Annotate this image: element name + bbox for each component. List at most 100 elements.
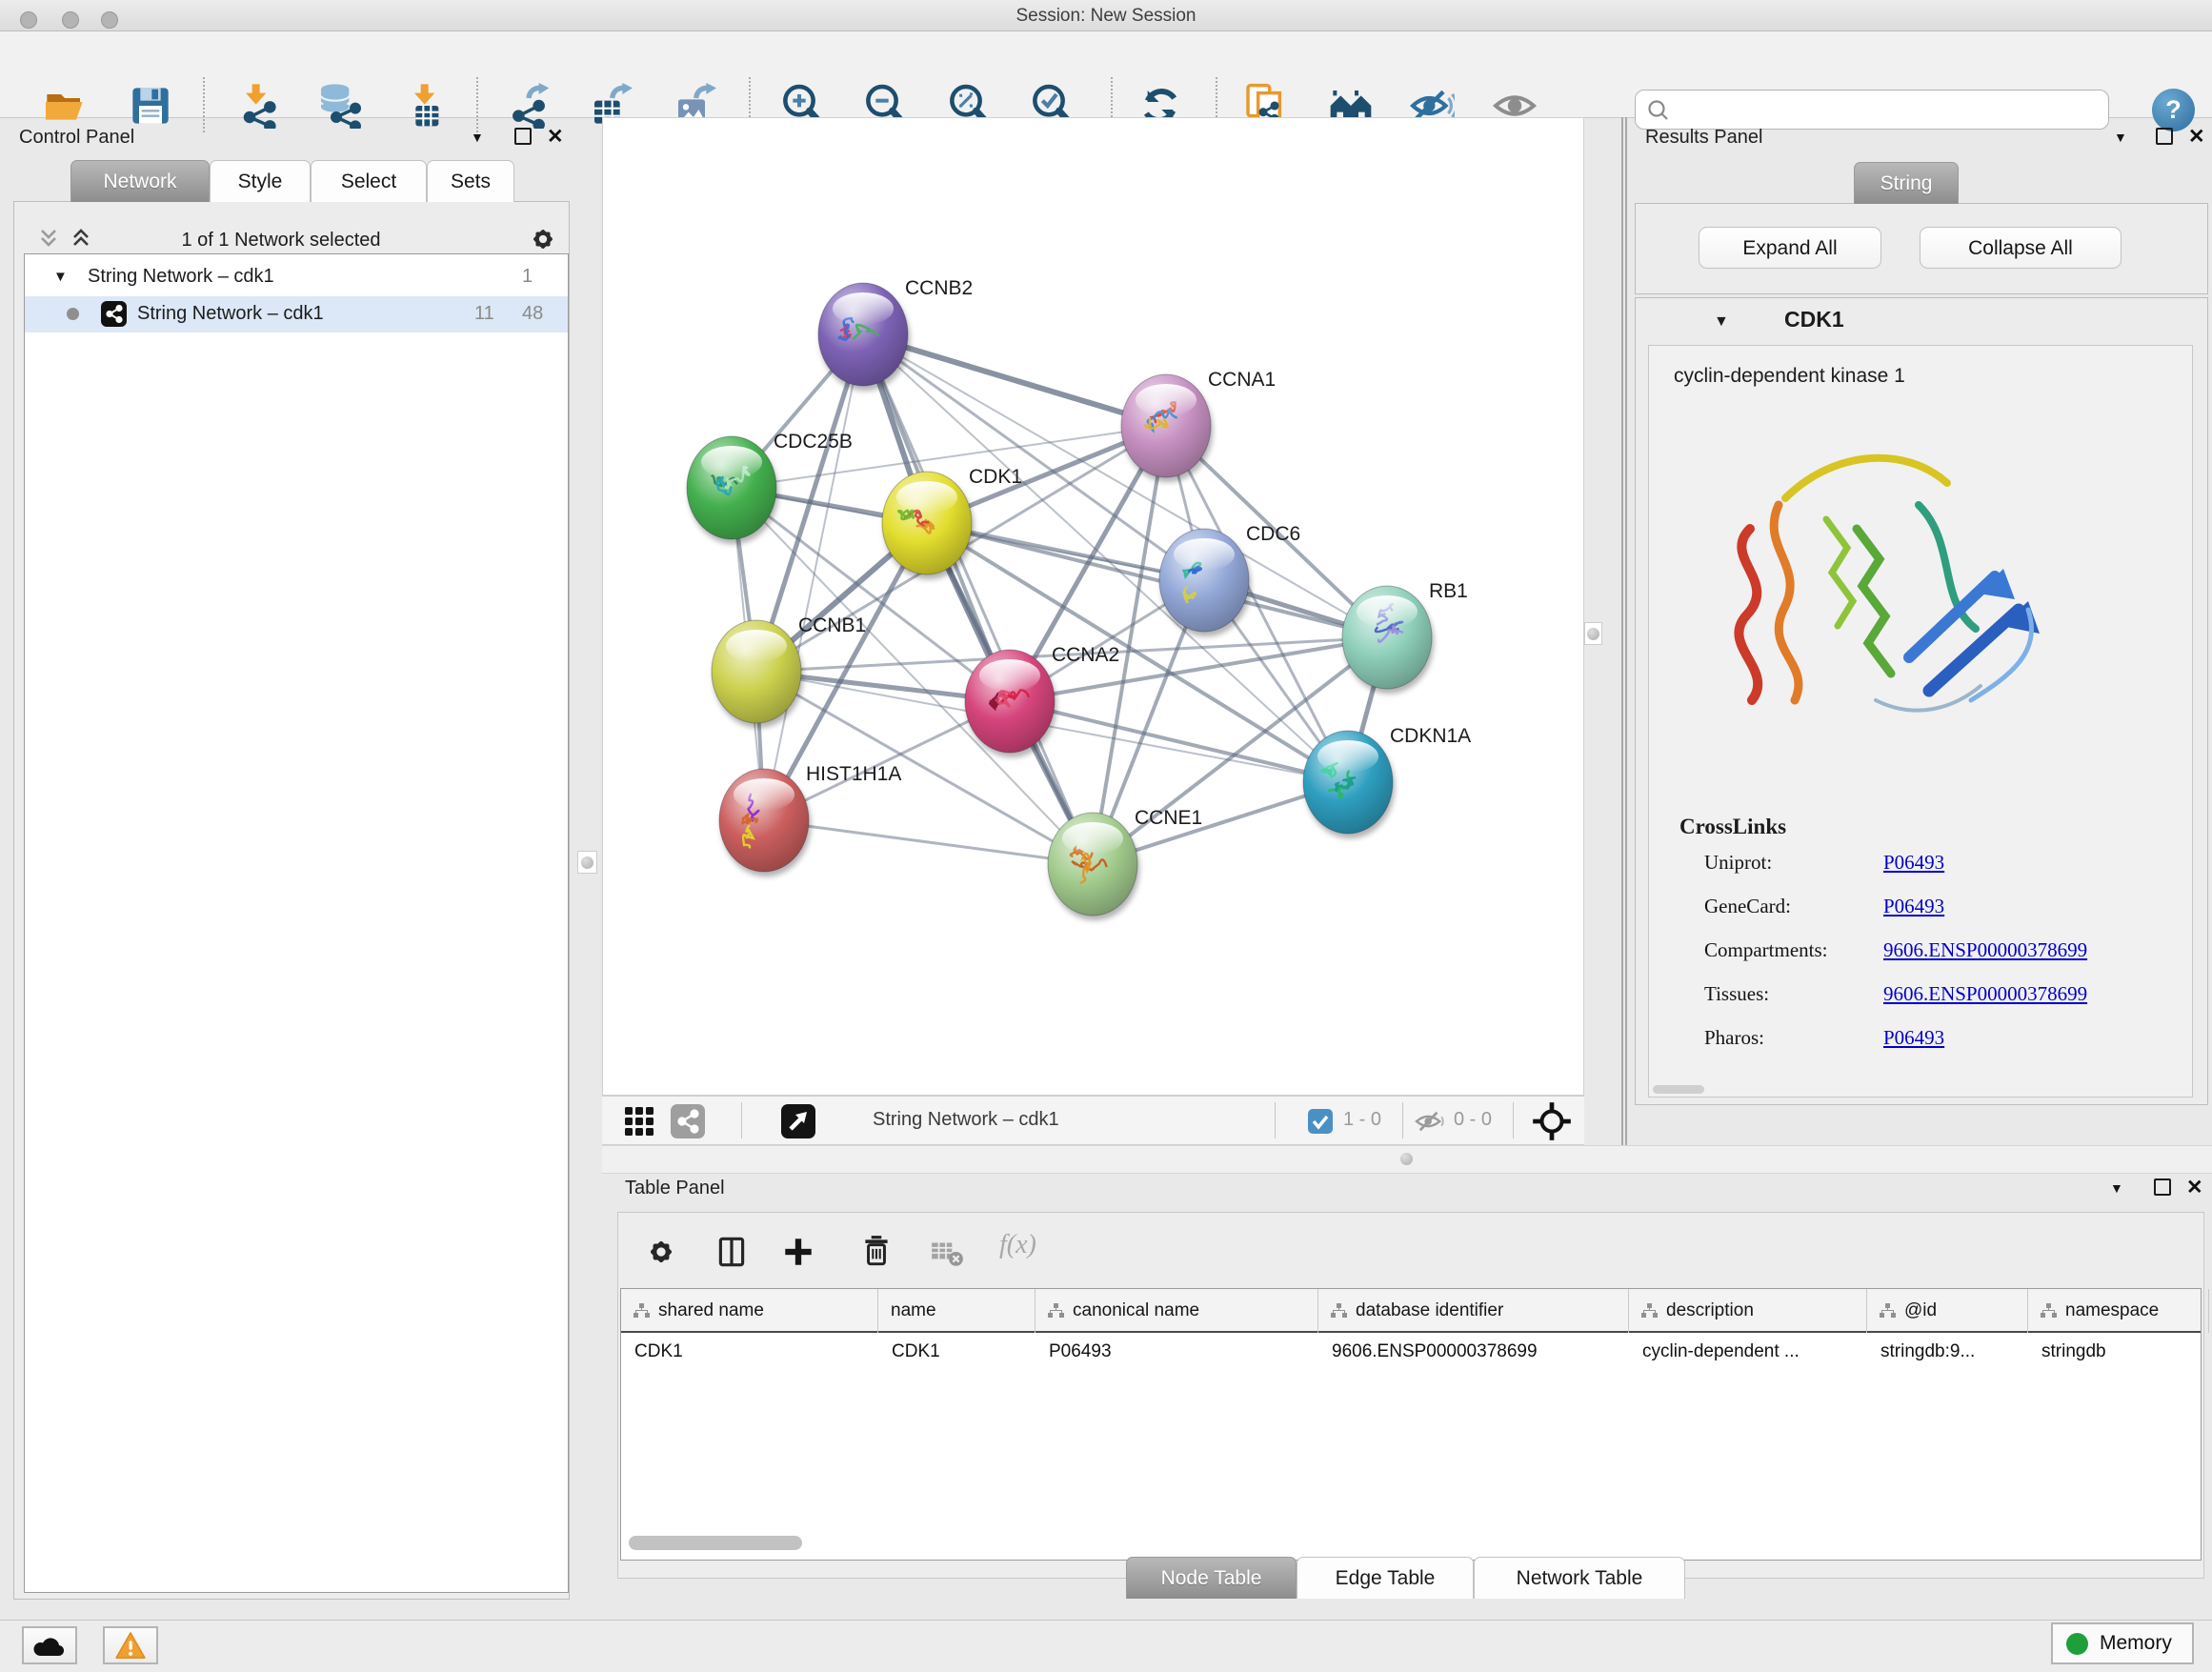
crosslink-value-link[interactable]: P06493 — [1883, 895, 1944, 918]
import-network-database-icon[interactable] — [317, 83, 363, 129]
expand-all-chevron-icon[interactable] — [35, 227, 62, 252]
network-collection-row[interactable]: ▼ String Network – cdk1 1 — [25, 263, 568, 295]
network-options-gear-icon[interactable] — [527, 223, 559, 255]
network-node-ccnb2[interactable]: CCNB2 — [818, 277, 973, 386]
collapse-all-chevron-icon[interactable] — [68, 227, 94, 252]
column-header-database-identifier[interactable]: database identifier — [1318, 1289, 1629, 1333]
birds-eye-view-icon[interactable] — [1532, 1101, 1572, 1141]
toolbar-separator — [1402, 1102, 1403, 1138]
network-row-selected[interactable]: String Network – cdk1 11 48 — [25, 296, 568, 332]
tree-expand-icon[interactable]: ▼ — [53, 269, 68, 285]
node-table: shared namenamecanonical namedatabase id… — [620, 1288, 2202, 1561]
delete-column-icon[interactable] — [858, 1234, 895, 1270]
import-table-icon[interactable] — [403, 83, 449, 129]
network-node-ccna2[interactable]: CCNA2 — [965, 644, 1119, 753]
open-session-icon[interactable] — [42, 83, 88, 129]
control-panel-close-icon[interactable]: ✕ — [547, 128, 564, 147]
control-panel-menu-icon[interactable]: ▼ — [471, 130, 484, 145]
crosslink-value-link[interactable]: 9606.ENSP00000378699 — [1883, 982, 2087, 1006]
cdk1-collapse-icon[interactable]: ▼ — [1714, 313, 1729, 331]
network-canvas[interactable]: CCNB2 CCNA1 CDC25B CDK1 CDC6 RB1 CCNB1 CCNA2 CDK… — [602, 117, 1584, 1096]
network-node-cdc25b[interactable]: CDC25B — [687, 431, 853, 539]
tab-network[interactable]: Network — [70, 160, 210, 202]
results-panel-menu-icon[interactable]: ▼ — [2114, 130, 2127, 145]
selected-node-edge-counts: 1 - 0 — [1343, 1109, 1381, 1131]
table-panel-close-icon[interactable]: ✕ — [2186, 1178, 2203, 1198]
view-grid-icon[interactable] — [623, 1105, 655, 1138]
save-session-icon[interactable] — [128, 83, 173, 129]
results-panel-close-icon[interactable]: ✕ — [2188, 128, 2205, 147]
crosslink-row: Compartments:9606.ENSP00000378699 — [1649, 938, 2192, 982]
delete-table-icon-disabled — [929, 1234, 965, 1270]
results-panel-divider[interactable] — [1621, 117, 1627, 1145]
node-label: RB1 — [1429, 580, 1468, 602]
results-panel-float-icon[interactable] — [2156, 128, 2173, 145]
table-hscroll-thumb[interactable] — [629, 1536, 802, 1550]
add-column-icon[interactable] — [780, 1234, 816, 1270]
network-tree: ▼ String Network – cdk1 1 String Network… — [24, 253, 569, 1593]
table-cell[interactable]: 9606.ENSP00000378699 — [1318, 1335, 1629, 1369]
tab-style[interactable]: Style — [210, 160, 311, 202]
column-header-canonical-name[interactable]: canonical name — [1036, 1289, 1318, 1333]
results-hscroll-thumb[interactable] — [1653, 1085, 1704, 1094]
node-label: CDC6 — [1246, 523, 1300, 545]
tab-node-table[interactable]: Node Table — [1126, 1557, 1297, 1599]
crosslink-value-link[interactable]: P06493 — [1883, 1026, 1944, 1050]
string-network-graph[interactable]: CCNB2 CCNA1 CDC25B CDK1 CDC6 RB1 CCNB1 CCNA2 CDK… — [603, 118, 1583, 1095]
network-view-toolbar: String Network – cdk1 1 - 0 0 - 0 — [602, 1096, 1584, 1145]
tab-sets[interactable]: Sets — [427, 160, 514, 202]
table-cell[interactable]: cyclin-dependent ... — [1629, 1335, 1867, 1369]
tab-select[interactable]: Select — [311, 160, 427, 202]
network-node-ccna1[interactable]: CCNA1 — [1121, 369, 1276, 477]
cloud-button[interactable] — [22, 1626, 77, 1664]
table-cell[interactable]: CDK1 — [621, 1335, 878, 1369]
table-cell[interactable]: P06493 — [1036, 1335, 1318, 1369]
tab-string[interactable]: String — [1854, 162, 1959, 204]
selected-checkbox-icon[interactable] — [1307, 1108, 1334, 1135]
results-panel-title: Results Panel — [1645, 127, 1762, 149]
detach-view-icon[interactable] — [781, 1104, 815, 1138]
left-splitter-handle[interactable] — [577, 851, 597, 874]
column-header-description[interactable]: description — [1629, 1289, 1867, 1333]
table-panel-splitter[interactable] — [602, 1145, 2212, 1174]
network-node-ccnb1[interactable]: CCNB1 — [712, 614, 866, 723]
table-panel-menu-icon[interactable]: ▼ — [2110, 1180, 2123, 1196]
table-cell[interactable]: stringdb — [2028, 1335, 2209, 1369]
table-cell[interactable]: stringdb:9... — [1867, 1335, 2028, 1369]
column-header-shared-name[interactable]: shared name — [621, 1289, 878, 1333]
warning-button[interactable] — [103, 1626, 158, 1664]
control-panel-float-icon[interactable] — [514, 128, 532, 145]
import-network-file-icon[interactable] — [234, 83, 280, 129]
crosslinks-list: Uniprot:P06493GeneCard:P06493Compartment… — [1649, 851, 2192, 1070]
table-gear-icon[interactable] — [643, 1234, 679, 1270]
column-header-label: @id — [1904, 1300, 1937, 1321]
table-panel-float-icon[interactable] — [2154, 1178, 2171, 1196]
expand-all-button[interactable]: Expand All — [1699, 227, 1881, 269]
tab-network-table[interactable]: Network Table — [1474, 1557, 1685, 1599]
collapse-all-button[interactable]: Collapse All — [1920, 227, 2122, 269]
title-bar: Session: New Session — [0, 0, 2212, 31]
network-node-cdkn1a[interactable]: CDKN1A — [1303, 725, 1471, 834]
column-header-namespace[interactable]: namespace — [2028, 1289, 2209, 1333]
tab-edge-table[interactable]: Edge Table — [1297, 1557, 1474, 1599]
network-node-hist1h1a[interactable]: HIST1H1A — [719, 763, 901, 872]
network-node-cdc6[interactable]: CDC6 — [1159, 523, 1300, 632]
export-network-icon[interactable] — [506, 83, 552, 129]
crosslink-value-link[interactable]: 9606.ENSP00000378699 — [1883, 938, 2087, 962]
memory-button[interactable]: Memory — [2051, 1622, 2194, 1664]
column-header-name[interactable]: name — [878, 1289, 1036, 1333]
crosslink-row: Uniprot:P06493 — [1649, 851, 2192, 895]
crosslink-value-link[interactable]: P06493 — [1883, 851, 1944, 875]
view-network-icon[interactable] — [671, 1104, 705, 1138]
network-node-rb1[interactable]: RB1 — [1342, 580, 1468, 689]
search-input[interactable] — [1678, 93, 2101, 126]
show-columns-icon[interactable] — [714, 1234, 750, 1270]
network-node-ccne1[interactable]: CCNE1 — [1048, 807, 1202, 916]
right-splitter-handle[interactable] — [1584, 622, 1602, 645]
network-node-cdk1[interactable]: CDK1 — [882, 466, 1022, 574]
crosslink-row: GeneCard:P06493 — [1649, 895, 2192, 938]
hidden-eye-icon — [1414, 1108, 1446, 1135]
column-header--id[interactable]: @id — [1867, 1289, 2028, 1333]
table-cell[interactable]: CDK1 — [878, 1335, 1036, 1369]
search-box — [1635, 90, 2109, 130]
